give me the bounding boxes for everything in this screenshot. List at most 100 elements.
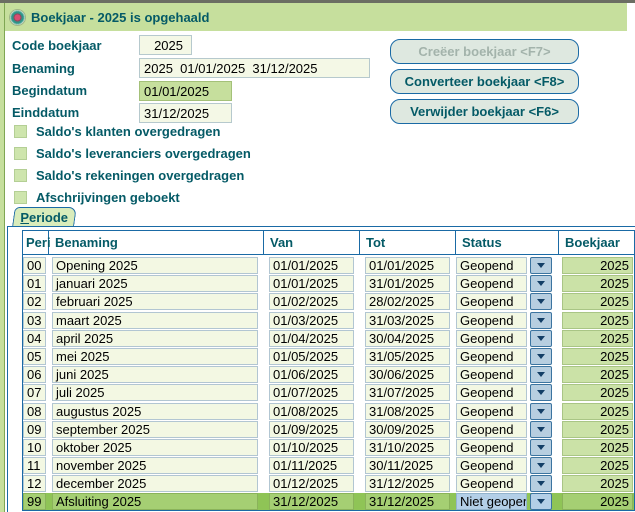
status-dropdown-button[interactable]	[530, 293, 552, 310]
cell-van[interactable]: 01/08/2025	[269, 403, 354, 420]
cell-peri[interactable]: 05	[23, 348, 46, 365]
cell-boekjaar[interactable]: 2025	[562, 275, 633, 292]
cell-benaming[interactable]: augustus 2025	[52, 403, 258, 420]
cell-status[interactable]: Geopend	[456, 257, 527, 274]
cell-peri[interactable]: 04	[23, 330, 46, 347]
cell-peri[interactable]: 08	[23, 403, 46, 420]
saldos-rekeningen-checkbox[interactable]	[14, 169, 27, 182]
cell-status[interactable]: Geopend	[456, 366, 527, 383]
cell-status[interactable]: Geopend	[456, 475, 527, 492]
cell-tot[interactable]: 31/12/2025	[365, 493, 450, 510]
cell-status[interactable]: Geopend	[456, 421, 527, 438]
cell-boekjaar[interactable]: 2025	[562, 493, 633, 510]
cell-peri[interactable]: 10	[23, 439, 46, 456]
cell-peri[interactable]: 03	[23, 312, 46, 329]
cell-van[interactable]: 01/01/2025	[269, 257, 354, 274]
cell-benaming[interactable]: juni 2025	[52, 366, 258, 383]
cell-tot[interactable]: 31/05/2025	[365, 348, 450, 365]
cell-boekjaar[interactable]: 2025	[562, 384, 633, 401]
status-dropdown-button[interactable]	[530, 457, 552, 474]
begindatum-field[interactable]	[139, 81, 232, 101]
benaming-field[interactable]	[139, 58, 370, 78]
status-dropdown-button[interactable]	[530, 366, 552, 383]
status-dropdown-button[interactable]	[530, 257, 552, 274]
cell-boekjaar[interactable]: 2025	[562, 348, 633, 365]
cell-tot[interactable]: 31/12/2025	[365, 475, 450, 492]
status-dropdown-button[interactable]	[530, 312, 552, 329]
cell-van[interactable]: 01/07/2025	[269, 384, 354, 401]
cell-peri[interactable]: 00	[23, 257, 46, 274]
cell-tot[interactable]: 31/10/2025	[365, 439, 450, 456]
status-dropdown-button[interactable]	[530, 403, 552, 420]
cell-benaming[interactable]: januari 2025	[52, 275, 258, 292]
cell-boekjaar[interactable]: 2025	[562, 366, 633, 383]
cell-boekjaar[interactable]: 2025	[562, 257, 633, 274]
cell-benaming[interactable]: Opening 2025	[52, 257, 258, 274]
cell-van[interactable]: 01/02/2025	[269, 293, 354, 310]
status-dropdown-button[interactable]	[530, 348, 552, 365]
verwijder-boekjaar-button[interactable]: Verwijder boekjaar <F6>	[390, 99, 579, 124]
converteer-boekjaar-button[interactable]: Converteer boekjaar <F8>	[390, 69, 579, 94]
cell-status[interactable]: Geopend	[456, 330, 527, 347]
status-dropdown-button[interactable]	[530, 439, 552, 456]
cell-peri[interactable]: 12	[23, 475, 46, 492]
status-dropdown-button[interactable]	[530, 493, 552, 510]
cell-status[interactable]: Geopend	[456, 348, 527, 365]
status-dropdown-button[interactable]	[530, 384, 552, 401]
saldos-leveranciers-checkbox[interactable]	[14, 147, 27, 160]
cell-peri[interactable]: 06	[23, 366, 46, 383]
cell-benaming[interactable]: mei 2025	[52, 348, 258, 365]
cell-boekjaar[interactable]: 2025	[562, 293, 633, 310]
cell-benaming[interactable]: februari 2025	[52, 293, 258, 310]
cell-status[interactable]: Geopend	[456, 439, 527, 456]
cell-van[interactable]: 01/03/2025	[269, 312, 354, 329]
cell-van[interactable]: 01/04/2025	[269, 330, 354, 347]
cell-benaming[interactable]: december 2025	[52, 475, 258, 492]
cell-peri[interactable]: 01	[23, 275, 46, 292]
status-dropdown-button[interactable]	[530, 330, 552, 347]
cell-tot[interactable]: 31/03/2025	[365, 312, 450, 329]
cell-peri[interactable]: 09	[23, 421, 46, 438]
cell-tot[interactable]: 31/07/2025	[365, 384, 450, 401]
cell-peri[interactable]: 02	[23, 293, 46, 310]
cell-status[interactable]: Geopend	[456, 275, 527, 292]
cell-tot[interactable]: 30/04/2025	[365, 330, 450, 347]
cell-van[interactable]: 01/10/2025	[269, 439, 354, 456]
cell-tot[interactable]: 31/01/2025	[365, 275, 450, 292]
cell-tot[interactable]: 31/08/2025	[365, 403, 450, 420]
cell-van[interactable]: 01/01/2025	[269, 275, 354, 292]
cell-status[interactable]: Niet geopend	[456, 493, 527, 510]
cell-benaming[interactable]: maart 2025	[52, 312, 258, 329]
cell-van[interactable]: 01/11/2025	[269, 457, 354, 474]
cell-boekjaar[interactable]: 2025	[562, 330, 633, 347]
tab-periode[interactable]: Periode	[12, 207, 77, 227]
cell-boekjaar[interactable]: 2025	[562, 439, 633, 456]
cell-van[interactable]: 31/12/2025	[269, 493, 354, 510]
cell-peri[interactable]: 99	[23, 493, 46, 510]
einddatum-field[interactable]	[139, 103, 232, 123]
cell-boekjaar[interactable]: 2025	[562, 457, 633, 474]
cell-benaming[interactable]: november 2025	[52, 457, 258, 474]
cell-tot[interactable]: 30/06/2025	[365, 366, 450, 383]
status-dropdown-button[interactable]	[530, 421, 552, 438]
cell-tot[interactable]: 28/02/2025	[365, 293, 450, 310]
cell-boekjaar[interactable]: 2025	[562, 421, 633, 438]
status-dropdown-button[interactable]	[530, 275, 552, 292]
cell-benaming[interactable]: april 2025	[52, 330, 258, 347]
afschrijvingen-checkbox[interactable]	[14, 191, 27, 204]
cell-van[interactable]: 01/12/2025	[269, 475, 354, 492]
cell-tot[interactable]: 30/09/2025	[365, 421, 450, 438]
cell-van[interactable]: 01/06/2025	[269, 366, 354, 383]
cell-benaming[interactable]: oktober 2025	[52, 439, 258, 456]
cell-peri[interactable]: 07	[23, 384, 46, 401]
cell-status[interactable]: Geopend	[456, 384, 527, 401]
cell-benaming[interactable]: Afsluiting 2025	[52, 493, 258, 510]
creeer-boekjaar-button[interactable]: Creëer boekjaar <F7>	[390, 39, 579, 64]
cell-tot[interactable]: 01/01/2025	[365, 257, 450, 274]
status-dropdown-button[interactable]	[530, 475, 552, 492]
saldos-klanten-checkbox[interactable]	[14, 125, 27, 138]
code-boekjaar-field[interactable]	[139, 35, 192, 55]
cell-boekjaar[interactable]: 2025	[562, 312, 633, 329]
cell-peri[interactable]: 11	[23, 457, 46, 474]
cell-status[interactable]: Geopend	[456, 403, 527, 420]
